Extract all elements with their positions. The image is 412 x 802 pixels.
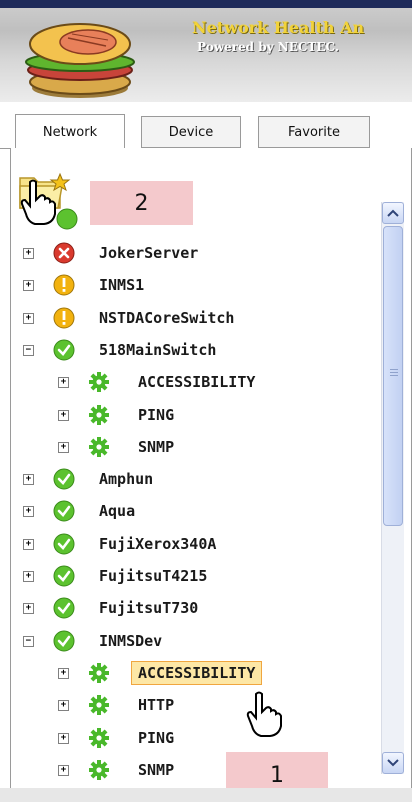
gear-icon (89, 759, 109, 780)
tree-node-label[interactable]: ACCESSIBILITY (138, 373, 255, 391)
hand-pointer-icon (20, 179, 56, 225)
tab-favorite[interactable]: Favorite (258, 116, 370, 148)
collapse-node-button[interactable]: − (23, 344, 34, 356)
ok-check-icon (53, 597, 75, 619)
ok-status-icon (56, 208, 78, 230)
expand-node-button[interactable]: + (23, 312, 34, 324)
ok-check-icon (53, 630, 75, 652)
expand-node-button[interactable]: + (23, 571, 34, 582)
bottom-strip (0, 788, 412, 802)
expand-node-button[interactable]: + (58, 409, 69, 421)
hand-pointer-icon (246, 691, 282, 737)
ok-check-icon (53, 468, 75, 490)
ok-check-icon (53, 565, 75, 587)
tree-node-label[interactable]: SNMP (138, 438, 174, 456)
tree-scrollbar[interactable] (381, 202, 404, 774)
scroll-thumb[interactable] (383, 226, 403, 526)
tab-bar: Network Device Favorite (0, 102, 412, 150)
gear-icon (89, 372, 109, 393)
step-badge-2: 2 (90, 181, 193, 225)
tree-node-label[interactable]: FujitsuT730 (99, 599, 198, 617)
tree-node-label[interactable]: NSTDACoreSwitch (99, 309, 234, 327)
tree-node-label[interactable]: 518MainSwitch (99, 341, 216, 359)
gear-icon (89, 436, 109, 457)
tree-node-label[interactable]: INMSDev (99, 632, 162, 650)
tree-node-label[interactable]: HTTP (138, 696, 174, 714)
expand-node-button[interactable]: + (23, 280, 34, 292)
gear-icon (89, 404, 109, 425)
chevron-down-icon (387, 759, 399, 767)
scroll-down-button[interactable] (382, 752, 404, 774)
tree-node-label[interactable]: Amphun (99, 470, 153, 488)
selected-node-label[interactable]: ACCESSIBILITY (131, 660, 263, 685)
expand-node-button[interactable]: + (23, 538, 34, 550)
warning-icon (53, 274, 75, 296)
error-icon (53, 242, 75, 264)
tree-node-label[interactable]: JokerServer (99, 244, 198, 262)
scroll-up-button[interactable] (382, 202, 404, 224)
tree-node-label[interactable]: PING (138, 406, 174, 424)
tree-node-label[interactable]: FujitsuT4215 (99, 567, 207, 585)
expand-node-button[interactable]: + (58, 764, 69, 776)
gear-icon (89, 662, 109, 683)
tree-node-label[interactable]: FujiXerox340A (99, 535, 216, 553)
ok-check-icon (53, 339, 75, 361)
collapse-node-button[interactable]: − (23, 635, 34, 647)
ok-check-icon (53, 533, 75, 555)
expand-node-button[interactable]: + (23, 248, 34, 259)
expand-node-button[interactable]: + (58, 700, 69, 712)
app-subtitle: Powered by NECTEC. (197, 40, 339, 54)
chevron-up-icon (387, 209, 399, 217)
tab-network[interactable]: Network (15, 114, 125, 150)
expand-node-button[interactable]: + (58, 732, 69, 744)
tree-child-node[interactable]: + SNMP (0, 0, 380, 780)
expand-node-button[interactable]: + (23, 506, 34, 518)
expand-node-button[interactable]: + (58, 441, 69, 453)
expand-node-button[interactable]: + (23, 474, 34, 486)
expand-node-button[interactable]: + (58, 377, 69, 389)
tree-node-label[interactable]: SNMP (138, 761, 174, 779)
ok-check-icon (53, 500, 75, 522)
tab-device[interactable]: Device (141, 116, 241, 148)
gear-icon (89, 727, 109, 748)
expand-node-button[interactable]: + (58, 667, 69, 679)
warning-icon (53, 307, 75, 329)
gear-icon (89, 695, 109, 716)
tree-node-label[interactable]: INMS1 (99, 276, 144, 294)
tree-node-label[interactable]: PING (138, 729, 174, 747)
expand-node-button[interactable]: + (23, 603, 34, 615)
tree-node-label[interactable]: Aqua (99, 502, 135, 520)
